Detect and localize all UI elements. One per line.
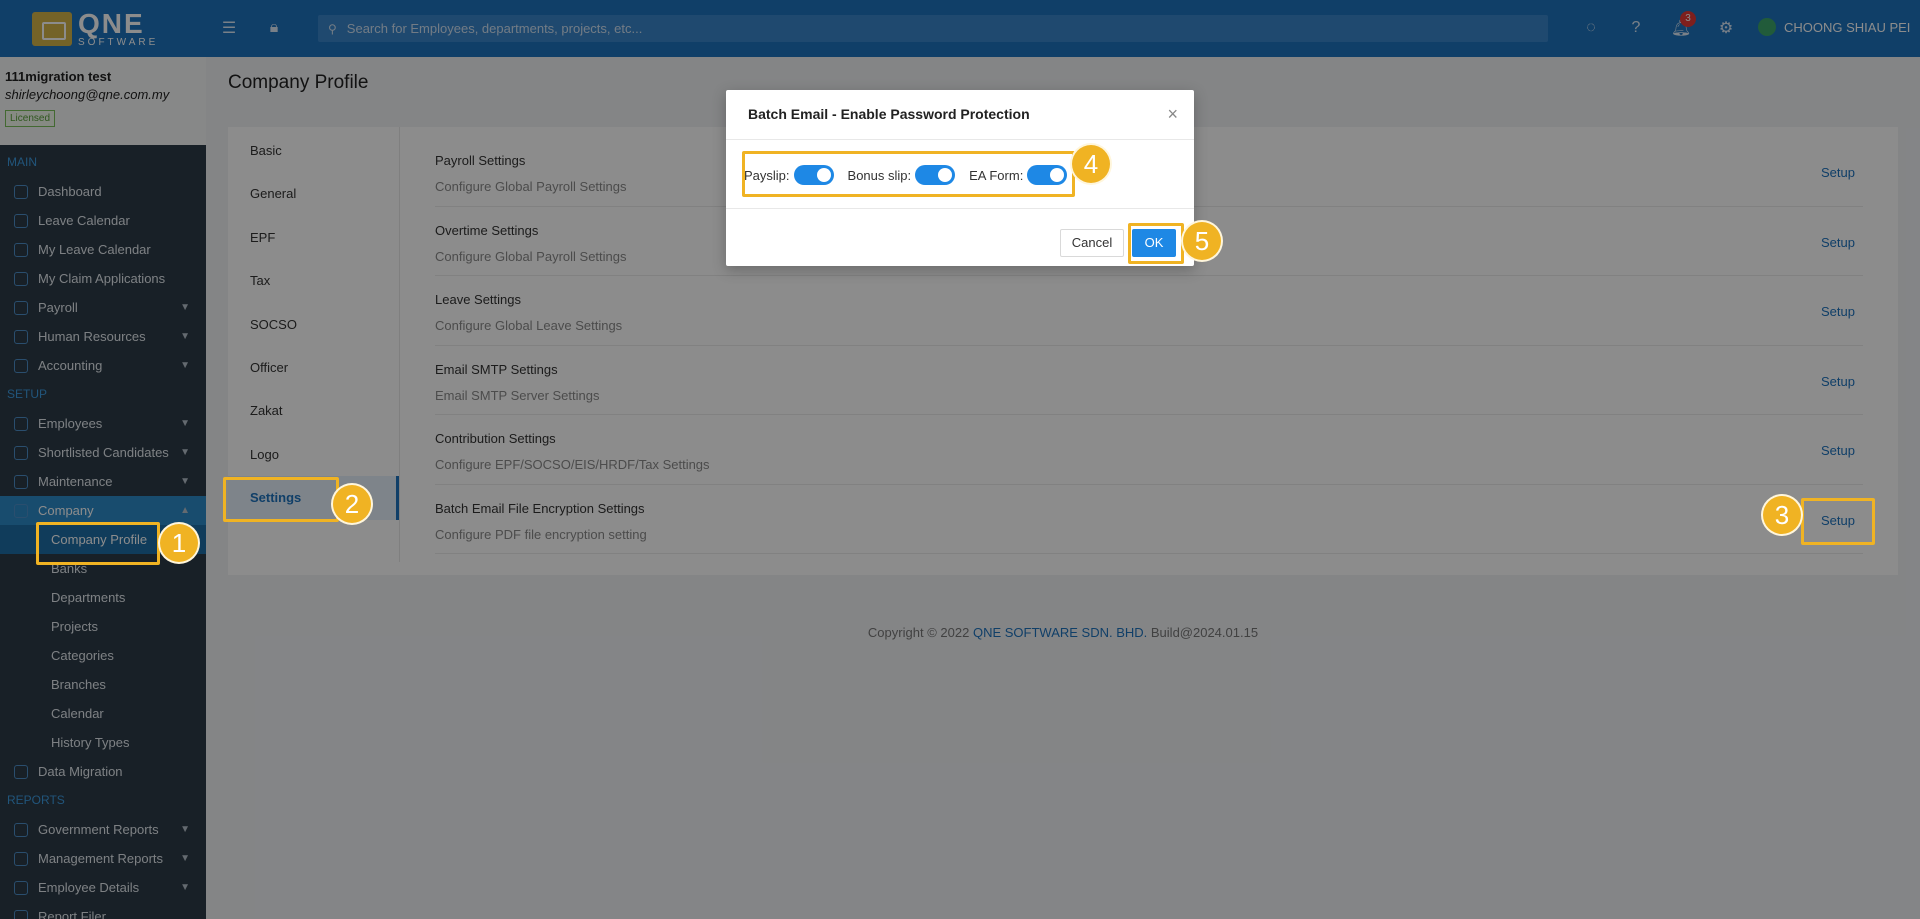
modal-header: Batch Email - Enable Password Protection… [726,90,1194,140]
highlight-settings-tab [223,477,339,522]
close-icon[interactable]: × [1167,104,1178,125]
step-marker-1: 1 [160,524,198,562]
highlight-setup-link [1801,498,1875,545]
highlight-ok-button [1128,223,1184,264]
step-marker-2: 2 [333,485,371,523]
modal-title: Batch Email - Enable Password Protection [748,106,1030,122]
step-marker-5: 5 [1183,222,1221,260]
cancel-button[interactable]: Cancel [1060,229,1124,257]
highlight-toggles [742,151,1075,197]
highlight-company-profile [36,522,160,565]
step-marker-4: 4 [1072,145,1110,183]
step-marker-3: 3 [1763,496,1801,534]
